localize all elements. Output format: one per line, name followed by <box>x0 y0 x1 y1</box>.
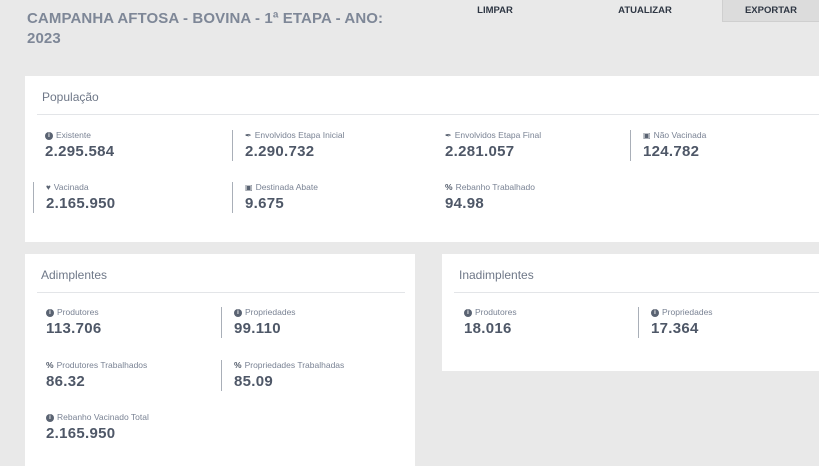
info-icon: i <box>464 308 472 317</box>
metric-vacinada: ♥ Vacinada 2.165.950 <box>33 182 115 213</box>
metric-adim-propriedades-trab: % Propriedades Trabalhadas 85.09 <box>221 360 344 391</box>
exportar-button[interactable]: EXPORTAR <box>722 0 819 22</box>
metric-inad-propriedades: i Propriedades 17.364 <box>638 307 713 338</box>
card-divider <box>454 292 819 293</box>
metric-envolvidos-final: ✒ Envolvidos Etapa Final 2.281.057 <box>445 130 542 160</box>
adimplentes-card: Adimplentes i Produtores 113.706 i Proprie… <box>25 254 415 466</box>
populacao-card: População i Existente 2.295.584 ✒ Envolvid… <box>25 76 819 242</box>
adimplentes-title: Adimplentes <box>41 268 108 282</box>
metric-adim-rebanho-vacinado: i Rebanho Vacinado Total 2.165.950 <box>46 412 149 442</box>
metric-inad-produtores: i Produtores 18.016 <box>464 307 517 337</box>
inadimplentes-title: Inadimplentes <box>459 268 534 282</box>
info-icon: i <box>46 308 54 317</box>
shield-icon: ♥ <box>46 182 51 192</box>
populacao-title: População <box>42 90 99 104</box>
percent-icon: % <box>234 360 242 370</box>
truck-icon: ▣ <box>245 182 253 192</box>
info-icon: i <box>46 413 54 422</box>
limpar-button[interactable]: LIMPAR <box>460 0 530 22</box>
syringe-icon: ✒ <box>445 130 452 140</box>
metric-existente: i Existente 2.295.584 <box>45 130 115 160</box>
page-header: CAMPANHA AFTOSA - BOVINA - 1ª ETAPA - AN… <box>0 0 819 76</box>
metric-rebanho-trabalhado: % Rebanho Trabalhado 94.98 <box>445 182 535 212</box>
info-icon: i <box>45 131 53 140</box>
card-divider <box>37 292 405 293</box>
info-icon: i <box>651 308 659 317</box>
info-icon: i <box>234 308 242 317</box>
metric-nao-vacinada: ▣ Não Vacinada 124.782 <box>630 130 706 161</box>
inadimplentes-card: Inadimplentes i Produtores 18.016 i Propri… <box>442 254 819 371</box>
metric-destinada-abate: ▣ Destinada Abate 9.675 <box>232 182 318 213</box>
page-title: CAMPANHA AFTOSA - BOVINA - 1ª ETAPA - AN… <box>27 10 384 47</box>
percent-icon: % <box>445 182 453 192</box>
percent-icon: % <box>46 360 54 370</box>
metric-adim-propriedades: i Propriedades 99.110 <box>221 307 296 338</box>
metric-envolvidos-inicial: ✒ Envolvidos Etapa Inicial 2.290.732 <box>232 130 344 161</box>
metric-adim-produtores-trab: % Produtores Trabalhados 86.32 <box>46 360 148 390</box>
card-divider <box>37 114 819 115</box>
metric-adim-produtores: i Produtores 113.706 <box>46 307 102 337</box>
truck-icon: ▣ <box>643 130 651 140</box>
syringe-icon: ✒ <box>245 130 252 140</box>
atualizar-button[interactable]: ATUALIZAR <box>600 0 690 22</box>
